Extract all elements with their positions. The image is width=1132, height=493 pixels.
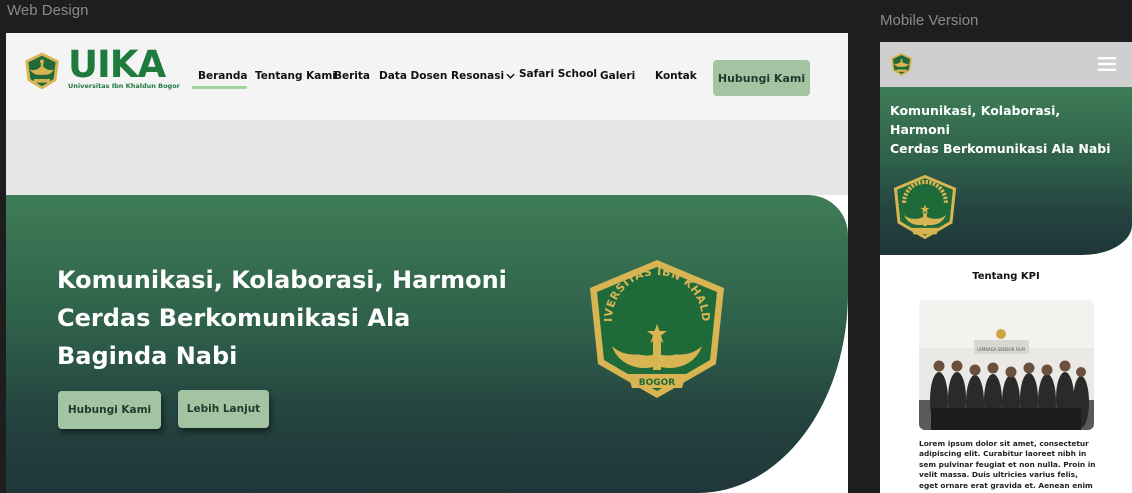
web-navbar: UIKA Universitas Ibn Khaldun Bogor Beran… bbox=[6, 33, 848, 120]
web-design-frame: UIKA Universitas Ibn Khaldun Bogor Beran… bbox=[6, 33, 848, 493]
mobile-frame-label: Mobile Version bbox=[880, 12, 979, 29]
university-emblem-icon: UNIVERSITAS IBN KHALDUN BOGOR bbox=[584, 258, 724, 398]
nav-item-resonasi-label: Resonasi bbox=[451, 70, 505, 82]
nav-item-tentang-kami[interactable]: Tentang Kami bbox=[255, 70, 336, 82]
hero-headline-line3: Baginda Nabi bbox=[57, 342, 238, 370]
logo-wordmark: UIKA bbox=[68, 43, 166, 86]
nav-item-resonasi[interactable]: Resonasi bbox=[451, 70, 515, 82]
university-emblem-icon bbox=[893, 174, 957, 240]
about-body-text: Lorem ipsum dolor sit amet, consectetur … bbox=[919, 439, 1096, 493]
mobile-hero-line2: Harmoni bbox=[890, 122, 950, 137]
nav-item-beranda[interactable]: Beranda bbox=[198, 70, 247, 82]
mobile-hero-line3: Cerdas Berkomunikasi Ala Nabi bbox=[890, 141, 1111, 156]
nav-active-indicator bbox=[192, 86, 247, 89]
nav-item-data-dosen[interactable]: Data Dosen bbox=[379, 70, 447, 82]
mobile-design-frame: Komunikasi, Kolaborasi, Harmoni Cerdas B… bbox=[880, 42, 1132, 493]
contact-us-button[interactable]: Hubungi Kami bbox=[713, 60, 810, 96]
uika-emblem-icon bbox=[25, 52, 59, 90]
uika-emblem-icon[interactable] bbox=[889, 52, 914, 77]
site-logo[interactable]: UIKA Universitas Ibn Khaldun Bogor bbox=[22, 43, 180, 93]
design-canvas: Web Design Mobile Version UIKA Universit… bbox=[0, 0, 1132, 493]
nav-item-safari-school[interactable]: Safari School bbox=[519, 68, 597, 80]
logo-subtitle: Universitas Ibn Khaldun Bogor bbox=[68, 82, 180, 90]
hero-learn-more-button[interactable]: Lebih Lanjut bbox=[178, 390, 269, 428]
about-section-title: Tentang KPI bbox=[972, 271, 1040, 282]
nav-item-galeri[interactable]: Galeri bbox=[600, 70, 635, 82]
hero-headline-line2: Cerdas Berkomunikasi Ala bbox=[57, 304, 411, 332]
mobile-navbar bbox=[880, 42, 1132, 87]
nav-item-berita[interactable]: Berita bbox=[334, 70, 370, 82]
team-photo: LEMBAGA SENSOR FILM bbox=[919, 300, 1094, 430]
hamburger-menu-icon[interactable] bbox=[1098, 57, 1116, 71]
photo-wall-sign: LEMBAGA SENSOR FILM bbox=[977, 347, 1025, 352]
team-photo-illustration: LEMBAGA SENSOR FILM bbox=[919, 300, 1094, 430]
hero-headline-line1: Komunikasi, Kolaborasi, Harmoni bbox=[57, 266, 507, 294]
nav-item-kontak[interactable]: Kontak bbox=[655, 70, 697, 82]
emblem-banner-text: BOGOR bbox=[639, 378, 676, 388]
chevron-down-icon bbox=[506, 73, 515, 79]
banner-placeholder bbox=[6, 120, 848, 195]
hero-contact-button[interactable]: Hubungi Kami bbox=[58, 391, 161, 429]
web-frame-label: Web Design bbox=[7, 2, 89, 19]
mobile-hero-line1: Komunikasi, Kolaborasi, bbox=[890, 103, 1061, 118]
hero-headline: Komunikasi, Kolaborasi, Harmoni Cerdas B… bbox=[57, 261, 527, 375]
mobile-hero-headline: Komunikasi, Kolaborasi, Harmoni Cerdas B… bbox=[890, 101, 1130, 158]
